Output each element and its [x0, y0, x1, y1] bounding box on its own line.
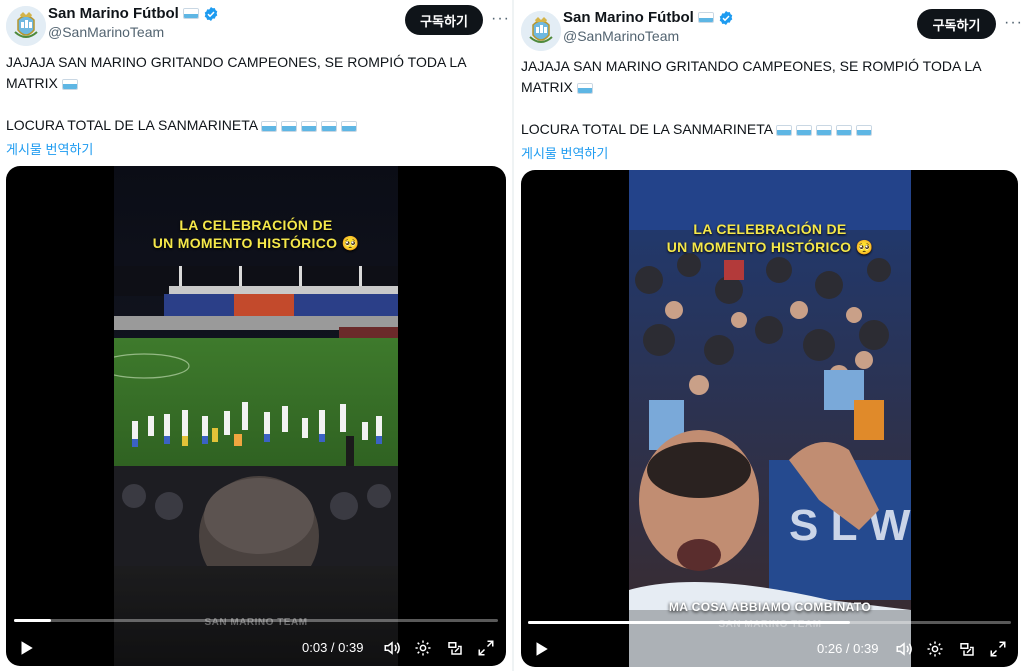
picture-in-picture-icon — [960, 643, 974, 656]
san-marino-flag-icon — [261, 120, 278, 132]
san-marino-flag-icon — [796, 124, 813, 136]
video-caption: LA CELEBRACIÓN DE UN MOMENTO HISTÓRICO 🥺 — [629, 220, 911, 256]
play-button[interactable] — [16, 638, 36, 658]
tweet-text: JAJAJA SAN MARINO GRITANDO CAMPEONES, SE… — [521, 56, 982, 140]
tweet-text-line: JAJAJA SAN MARINO GRITANDO CAMPEONES, SE… — [521, 58, 982, 74]
avatar[interactable] — [521, 11, 561, 51]
play-button[interactable] — [531, 639, 551, 659]
tweet-text: JAJAJA SAN MARINO GRITANDO CAMPEONES, SE… — [6, 52, 467, 136]
san-marino-flag-icon — [776, 124, 793, 136]
video-caption-line: LA CELEBRACIÓN DE — [179, 217, 333, 233]
video-progress-bar[interactable] — [14, 619, 498, 622]
tweet-right: San Marino Fútbol @SanMarinoTeam 구독하기 ··… — [514, 0, 1024, 671]
video-player[interactable]: S L W LA CELEBRACIÓN DE UN MOMENTO HISTÓ… — [521, 170, 1018, 667]
san-marino-flag-icon — [697, 12, 714, 23]
volume-icon — [384, 641, 400, 655]
fullscreen-button[interactable] — [476, 638, 496, 658]
fullscreen-icon — [990, 641, 1006, 657]
video-progress-fill — [528, 621, 851, 624]
author-name-row: San Marino Fútbol — [563, 9, 734, 26]
video-caption-line: UN MOMENTO HISTÓRICO 🥺 — [666, 239, 874, 255]
san-marino-flag-icon — [815, 124, 832, 136]
video-caption: LA CELEBRACIÓN DE UN MOMENTO HISTÓRICO 🥺 — [114, 216, 398, 252]
video-frame: LA CELEBRACIÓN DE UN MOMENTO HISTÓRICO 🥺… — [114, 166, 398, 666]
tweet-text-line: MATRIX — [6, 73, 467, 94]
tweet-text-line: LOCURA TOTAL DE LA SANMARINETA — [6, 115, 467, 136]
volume-button[interactable] — [382, 638, 402, 658]
san-marino-flag-icon — [835, 124, 852, 136]
san-marino-flag-icon — [340, 120, 357, 132]
verified-badge-icon — [719, 10, 733, 25]
tweet-left: San Marino Fútbol @SanMarinoTeam 구독하기 ··… — [0, 0, 512, 671]
author-handle[interactable]: @SanMarinoTeam — [563, 28, 679, 44]
twitter-screenshot-pair: San Marino Fútbol @SanMarinoTeam 구독하기 ··… — [0, 0, 1024, 671]
video-progress-bar[interactable] — [528, 621, 1011, 624]
display-name[interactable]: San Marino Fútbol — [48, 5, 179, 22]
translate-post-link[interactable]: 게시물 번역하기 — [6, 139, 93, 158]
volume-icon — [896, 642, 912, 656]
tweet-text-line: JAJAJA SAN MARINO GRITANDO CAMPEONES, SE… — [6, 54, 467, 70]
tweet-text-fragment: LOCURA TOTAL DE LA SANMARINETA — [6, 117, 258, 133]
subscribe-button[interactable]: 구독하기 — [917, 9, 996, 39]
san-marino-flag-icon — [576, 82, 593, 94]
san-marino-flag-icon — [61, 78, 78, 90]
picture-in-picture-button[interactable] — [957, 639, 977, 659]
video-frame: S L W LA CELEBRACIÓN DE UN MOMENTO HISTÓ… — [629, 170, 911, 667]
video-player[interactable]: LA CELEBRACIÓN DE UN MOMENTO HISTÓRICO 🥺… — [6, 166, 506, 666]
settings-button[interactable] — [925, 639, 945, 659]
video-subtitle: MA COSA ABBIAMO COMBINATO — [668, 600, 872, 614]
san-marino-flag-icon — [320, 120, 337, 132]
fullscreen-icon — [478, 640, 494, 656]
san-marino-crest-icon — [521, 11, 561, 51]
verified-badge-icon — [204, 6, 218, 21]
video-caption-line: LA CELEBRACIÓN DE — [693, 221, 847, 237]
tweet-text-line: LOCURA TOTAL DE LA SANMARINETA — [521, 119, 982, 140]
play-icon — [536, 642, 548, 656]
settings-button[interactable] — [413, 638, 433, 658]
san-marino-flag-icon — [855, 124, 872, 136]
san-marino-flag-icon — [300, 120, 317, 132]
more-options-button[interactable]: ··· — [1004, 14, 1023, 32]
play-icon — [21, 641, 33, 655]
tweet-text-fragment: MATRIX — [521, 79, 573, 95]
san-marino-crest-icon — [6, 6, 46, 46]
san-marino-flag-icon — [182, 8, 199, 19]
translate-post-link[interactable]: 게시물 번역하기 — [521, 143, 608, 162]
tweet-text-fragment: MATRIX — [6, 75, 58, 91]
author-name-row: San Marino Fútbol — [48, 5, 219, 22]
avatar[interactable] — [6, 6, 46, 46]
fullscreen-button[interactable] — [988, 639, 1008, 659]
san-marino-flag-icon — [281, 120, 298, 132]
video-caption-line: UN MOMENTO HISTÓRICO 🥺 — [152, 235, 360, 251]
subscribe-button[interactable]: 구독하기 — [405, 5, 483, 35]
tweet-text-line: MATRIX — [521, 77, 982, 98]
picture-in-picture-icon — [448, 642, 462, 655]
author-handle[interactable]: @SanMarinoTeam — [48, 24, 164, 40]
display-name[interactable]: San Marino Fútbol — [563, 9, 694, 26]
picture-in-picture-button[interactable] — [445, 638, 465, 658]
video-progress-fill — [14, 619, 52, 622]
gear-icon — [927, 641, 943, 657]
gear-icon — [415, 640, 431, 656]
video-time: 0:03 / 0:39 — [302, 640, 364, 655]
more-options-button[interactable]: ··· — [491, 10, 510, 28]
video-time: 0:26 / 0:39 — [817, 641, 879, 656]
volume-button[interactable] — [894, 639, 914, 659]
tweet-text-fragment: LOCURA TOTAL DE LA SANMARINETA — [521, 121, 773, 137]
